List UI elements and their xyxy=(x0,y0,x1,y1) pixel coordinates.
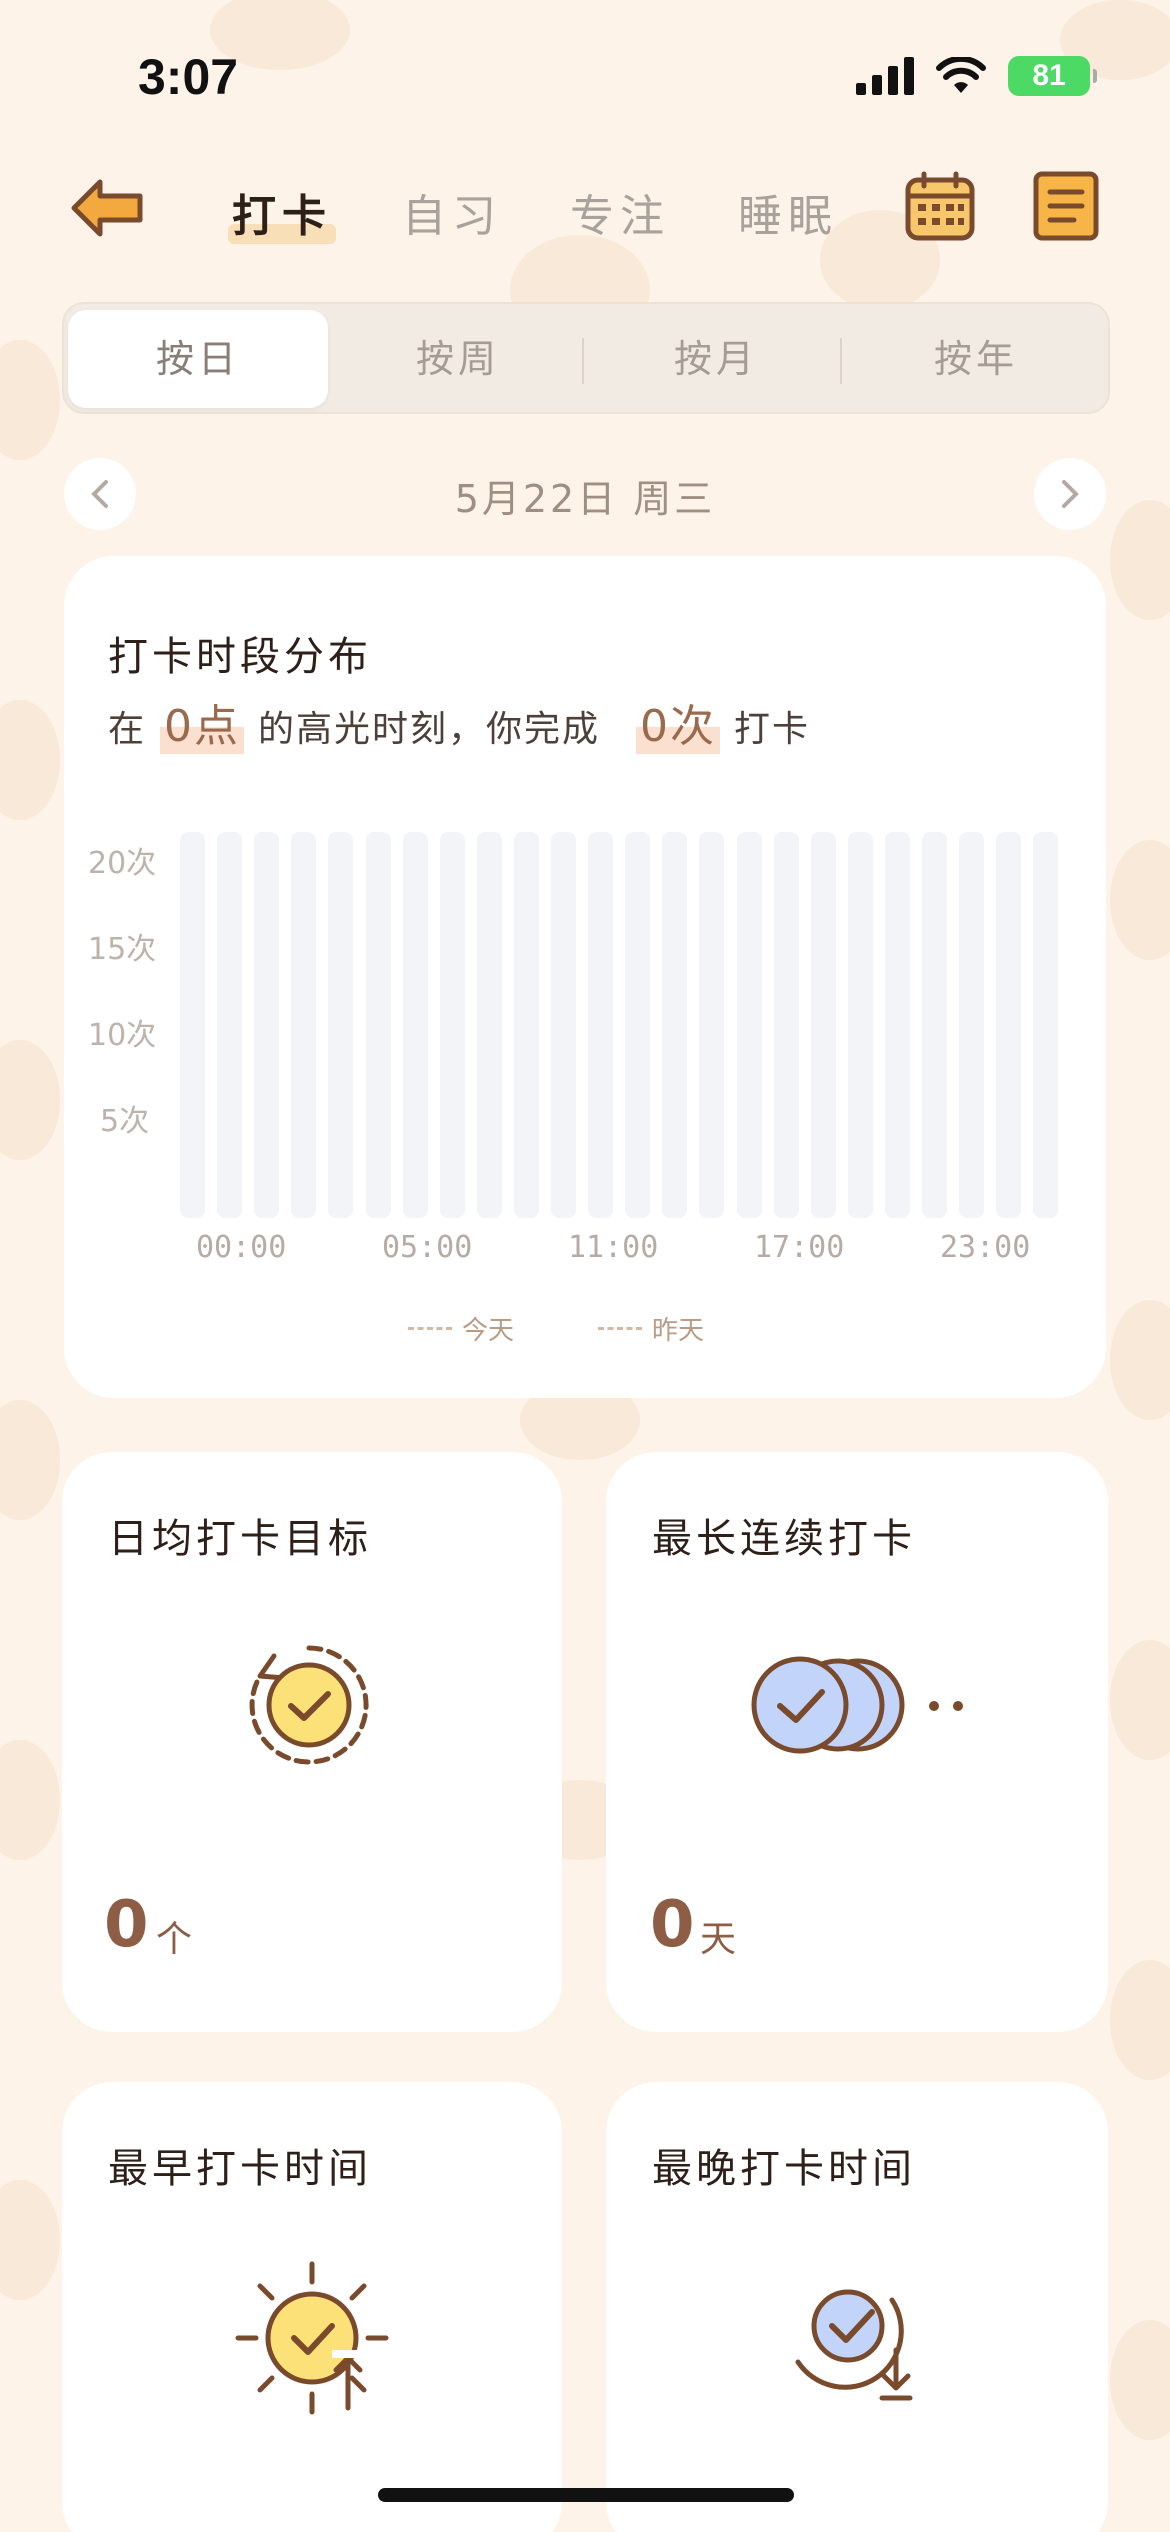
tab-checkin[interactable]: 打卡 xyxy=(228,180,336,244)
status-time: 3:07 xyxy=(138,49,239,105)
top-nav: 打卡 自习 专注 睡眠 xyxy=(0,160,1170,260)
daily-goal-title: 日均打卡目标 xyxy=(108,1516,372,1562)
longest-streak-title: 最长连续打卡 xyxy=(652,1516,916,1562)
longest-streak-value: 0 xyxy=(650,1888,695,1962)
highlight-hour: 0点 xyxy=(160,690,245,754)
status-icons: 81 xyxy=(856,56,1097,96)
sunrise-check-icon xyxy=(235,2261,389,2415)
chart-bar-track xyxy=(217,832,243,1218)
x-tick-label: 17:00 xyxy=(754,1230,845,1265)
target-check-icon xyxy=(249,1645,369,1765)
cellular-signal-icon xyxy=(856,57,914,95)
status-bar: 3:07 81 xyxy=(0,0,1170,150)
home-indicator xyxy=(378,2488,794,2502)
x-tick-label: 23:00 xyxy=(940,1230,1031,1265)
tab-focus[interactable]: 专注 xyxy=(570,180,670,244)
sentence-pre: 在 xyxy=(108,709,147,750)
legend-yesterday-label: 昨天 xyxy=(652,1316,705,1346)
chart-bar-track xyxy=(884,832,910,1218)
chart-bar-track xyxy=(1033,832,1059,1218)
segment-week[interactable]: 按周 xyxy=(328,310,588,408)
chart-bar-track xyxy=(588,832,614,1218)
chart-bar-track xyxy=(180,832,205,1218)
x-tick-label: 11:00 xyxy=(568,1230,659,1265)
y-tick-label: 10次 xyxy=(88,1018,157,1053)
x-tick-label: 05:00 xyxy=(382,1230,473,1265)
segment-day[interactable]: 按日 xyxy=(68,310,328,408)
moon-check-icon xyxy=(795,2289,913,2401)
y-tick-label: 15次 xyxy=(88,932,157,967)
highlight-sentence: 在 0点 的高光时刻，你完成 0次 打卡 xyxy=(108,690,810,754)
streak-check-icon xyxy=(751,1656,963,1754)
legend-dash xyxy=(598,1327,642,1330)
latest-checkin-title: 最晚打卡时间 xyxy=(652,2146,916,2192)
legend-dash xyxy=(408,1327,452,1330)
segment-divider xyxy=(582,338,584,384)
wifi-icon xyxy=(936,57,986,93)
chart-bar-track xyxy=(699,832,725,1218)
chart-bar-track xyxy=(476,832,502,1218)
x-tick-label: 00:00 xyxy=(196,1230,287,1265)
chart-bar-track xyxy=(736,832,762,1218)
chart-bar-track xyxy=(551,832,576,1218)
legend-today-label: 今天 xyxy=(462,1316,515,1346)
chart-bar-track xyxy=(625,832,651,1218)
notes-icon[interactable] xyxy=(1030,170,1102,242)
chevron-right-icon xyxy=(1062,480,1079,508)
chart-bar-track xyxy=(402,832,428,1218)
period-segmented-control: 按日 按周 按月 按年 xyxy=(62,302,1110,414)
segment-divider xyxy=(840,338,842,384)
chart-bar-track xyxy=(291,832,317,1218)
legend-yesterday: 昨天 xyxy=(598,1310,704,1347)
segment-year[interactable]: 按年 xyxy=(846,310,1106,408)
sentence-post: 打卡 xyxy=(734,709,811,750)
tab-sleep[interactable]: 睡眠 xyxy=(738,180,838,244)
chart-bar-track xyxy=(847,832,873,1218)
longest-streak-unit: 天 xyxy=(700,1919,737,1960)
daily-goal-value: 0 xyxy=(104,1888,149,1962)
battery-level: 81 xyxy=(1032,59,1066,92)
chart-bar-track xyxy=(254,832,280,1218)
daily-goal-unit: 个 xyxy=(156,1919,193,1960)
highlight-count: 0次 xyxy=(636,690,721,754)
distribution-title: 打卡时段分布 xyxy=(108,634,372,680)
date-label: 5月22日 周三 xyxy=(454,477,716,521)
chart-bar-track xyxy=(996,832,1022,1218)
battery-indicator: 81 xyxy=(1008,56,1097,96)
chart-bar-track xyxy=(773,832,799,1218)
legend-today: 今天 xyxy=(408,1310,514,1347)
chart-bar-track xyxy=(328,832,354,1218)
chart-bar-track xyxy=(959,832,985,1218)
back-arrow-icon[interactable] xyxy=(70,178,146,238)
chart-bar-track xyxy=(922,832,947,1218)
segment-month[interactable]: 按月 xyxy=(586,310,846,408)
chart-bar-track xyxy=(365,832,391,1218)
tab-study[interactable]: 自习 xyxy=(402,180,502,244)
y-tick-label: 5次 xyxy=(100,1104,150,1139)
calendar-icon[interactable] xyxy=(904,170,976,242)
chart-bar-track xyxy=(439,832,465,1218)
chart-bar-track xyxy=(662,832,688,1218)
sentence-mid: 的高光时刻，你完成 xyxy=(258,709,601,750)
earliest-checkin-title: 最早打卡时间 xyxy=(108,2146,372,2192)
chart-bar-track xyxy=(513,832,539,1218)
chart-bar-track xyxy=(810,832,836,1218)
next-date-button[interactable] xyxy=(1034,458,1106,530)
y-tick-label: 20次 xyxy=(88,846,157,881)
